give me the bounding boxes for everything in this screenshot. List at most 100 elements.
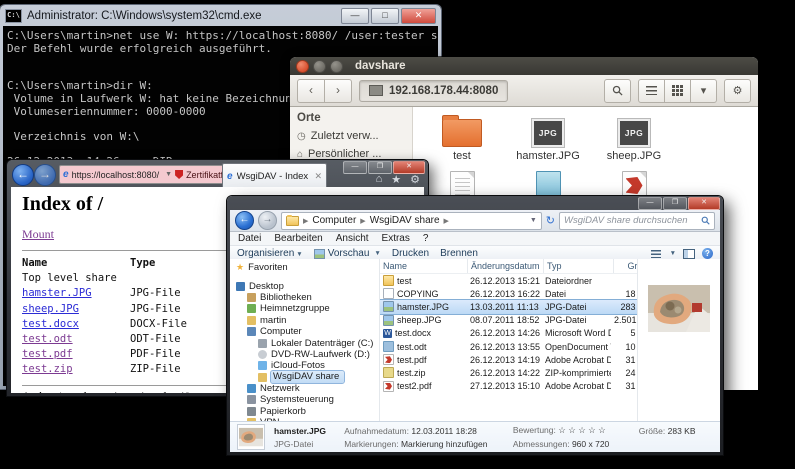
close-button[interactable]: ✕ <box>401 8 436 24</box>
menu-ansicht[interactable]: Ansicht <box>336 233 369 244</box>
mount-link[interactable]: Mount <box>22 227 54 241</box>
jpg-file-icon <box>532 119 564 147</box>
sidebar-item-papierkorb[interactable]: Papierkorb <box>236 406 379 417</box>
help-icon[interactable]: ? <box>702 248 713 259</box>
address-dropdown-icon[interactable]: ▼ <box>530 217 537 224</box>
preview-button[interactable]: Vorschau▼ <box>314 248 381 259</box>
pdf-file-icon <box>383 354 394 365</box>
explorer-titlebar[interactable]: — ❐ ✕ <box>227 196 723 210</box>
menu-bar: Datei Bearbeiten Ansicht Extras ? <box>230 232 720 246</box>
sidebar-item-computer[interactable]: Computer <box>236 326 379 337</box>
address-bar[interactable]: e https://localhost:8080/ ▼ Zertifikatfe… <box>59 165 233 184</box>
refresh-icon[interactable]: ↻ <box>546 214 555 227</box>
gear-menu-button[interactable]: ⚙ <box>724 79 751 103</box>
tab-close-icon[interactable]: ✕ <box>314 171 322 182</box>
column-header-type[interactable]: Typ <box>544 259 614 273</box>
sidebar-item-favoriten[interactable]: ★Favoriten <box>236 262 379 273</box>
view-options-button[interactable]: ▾ <box>690 79 717 103</box>
maximize-button[interactable]: ❐ <box>663 197 687 210</box>
change-view-icon[interactable] <box>651 250 661 258</box>
grid-view-button[interactable] <box>664 79 691 103</box>
minimize-button[interactable]: — <box>638 197 662 210</box>
sidebar-item-desktop[interactable]: Desktop <box>236 280 379 291</box>
sidebar-item-heimnetzgruppe[interactable]: Heimnetzgruppe <box>236 303 379 314</box>
cmd-titlebar[interactable]: Administrator: C:\Windows\system32\cmd.e… <box>0 5 441 26</box>
sidebar-item-home[interactable]: ⌂ Persönlicher ... <box>297 148 405 160</box>
back-button[interactable]: ← <box>235 211 254 230</box>
breadcrumb-computer[interactable]: Computer <box>312 215 356 226</box>
sidebar-item-bibliotheken[interactable]: Bibliotheken <box>236 292 379 303</box>
menu-help[interactable]: ? <box>423 233 429 244</box>
minimize-button[interactable]: — <box>341 8 369 24</box>
sidebar-item-netzwerk[interactable]: Netzwerk <box>236 383 379 394</box>
file-link[interactable]: sheep.JPG <box>22 303 79 315</box>
settings-gear-icon[interactable]: ⚙ <box>410 173 420 186</box>
search-dropdown-icon[interactable]: ▼ <box>165 171 172 178</box>
search-icon <box>701 216 710 225</box>
browser-tab[interactable]: e WsgiDAV - Index of / ✕ <box>222 163 327 188</box>
column-header-size[interactable]: Größe <box>614 259 637 273</box>
maximize-button[interactable]: □ <box>371 8 399 24</box>
file-link[interactable]: test.pdf <box>22 348 73 360</box>
search-button[interactable] <box>604 79 631 103</box>
forward-button[interactable]: → <box>34 164 56 186</box>
menu-datei[interactable]: Datei <box>238 233 261 244</box>
table-row[interactable]: test.docx26.12.2013 14:26Microsoft Word … <box>380 327 637 340</box>
nautilus-titlebar[interactable]: davshare <box>290 57 758 75</box>
close-button[interactable]: ✕ <box>688 197 720 210</box>
sidebar-item-recent[interactable]: ◷ Zuletzt verw... <box>297 130 405 142</box>
menu-extras[interactable]: Extras <box>382 233 410 244</box>
forward-button[interactable]: › <box>324 79 352 103</box>
add-tag-link[interactable]: Markierung hinzufügen <box>401 439 487 449</box>
table-row[interactable]: test26.12.2013 15:21Dateiordner <box>380 274 637 287</box>
table-row[interactable]: test.odt26.12.2013 13:55OpenDocument T..… <box>380 340 637 353</box>
chevron-down-icon[interactable]: ▼ <box>670 250 676 257</box>
print-button[interactable]: Drucken <box>392 248 429 259</box>
search-box[interactable]: WsgiDAV share durchsuchen <box>559 212 715 230</box>
table-row[interactable]: COPYING26.12.2013 16:22Datei18 KB <box>380 287 637 300</box>
breadcrumb[interactable]: ▶ Computer ▶ WsgiDAV share ▶ ▼ <box>281 212 542 230</box>
table-row[interactable]: test.pdf26.12.2013 14:19Adobe Acrobat D.… <box>380 353 637 366</box>
file-item-hamster[interactable]: hamster.JPG <box>505 115 591 162</box>
table-row[interactable]: test.zip26.12.2013 14:22ZIP-komprimierte… <box>380 366 637 379</box>
maximize-button[interactable] <box>330 60 343 73</box>
favorites-star-icon[interactable]: ★ <box>391 173 401 186</box>
table-row[interactable]: sheep.JPG08.07.2011 18:52JPG-Datei2.501 … <box>380 314 637 327</box>
file-link[interactable]: test.zip <box>22 363 73 375</box>
organize-button[interactable]: Organisieren▼ <box>237 248 303 259</box>
certificate-error-icon <box>175 170 183 179</box>
location-breadcrumb[interactable]: 192.168.178.44:8080 <box>359 80 508 102</box>
chevron-right-icon: ▶ <box>360 217 365 225</box>
back-button[interactable]: ← <box>12 164 34 186</box>
sidebar-item-local-disk-c[interactable]: Lokaler Datenträger (C:) <box>236 337 379 348</box>
file-link[interactable]: test.odt <box>22 333 73 345</box>
sidebar-item-martin[interactable]: martin <box>236 315 379 326</box>
sidebar-item-wsgidav-share[interactable]: WsgiDAV share <box>236 372 379 383</box>
home-icon[interactable]: ⌂ <box>376 173 383 186</box>
menu-bearbeiten[interactable]: Bearbeiten <box>274 233 322 244</box>
file-item-test[interactable]: test <box>419 115 505 162</box>
file-link[interactable]: test.docx <box>22 318 79 330</box>
sidebar-item-systemsteuerung[interactable]: Systemsteuerung <box>236 394 379 405</box>
minimize-button[interactable] <box>313 60 326 73</box>
close-button[interactable] <box>296 60 309 73</box>
file-link[interactable]: hamster.JPG <box>22 287 92 299</box>
chevron-right-icon: ▶ <box>303 217 308 225</box>
column-header-date[interactable]: Änderungsdatum <box>468 259 544 273</box>
preview-pane-icon[interactable] <box>683 249 695 259</box>
breadcrumb-wsgidav-share[interactable]: WsgiDAV share <box>370 215 440 226</box>
back-button[interactable]: ‹ <box>297 79 325 103</box>
rating-stars[interactable]: ☆ ☆ ☆ ☆ ☆ <box>558 425 606 435</box>
forward-button[interactable]: → <box>258 211 277 230</box>
minimize-button[interactable]: — <box>343 161 367 174</box>
sidebar-item-dvd-drive-d[interactable]: DVD-RW-Laufwerk (D:) <box>236 349 379 360</box>
column-header-name[interactable]: Name <box>380 259 468 273</box>
column-type: Type <box>130 256 218 271</box>
burn-button[interactable]: Brennen <box>440 248 478 259</box>
table-row-selected[interactable]: hamster.JPG13.03.2011 11:13JPG-Datei283 … <box>380 300 637 313</box>
table-row[interactable]: test2.pdf27.12.2013 15:10Adobe Acrobat D… <box>380 380 637 393</box>
list-view-button[interactable] <box>638 79 665 103</box>
file-item-sheep[interactable]: sheep.JPG <box>591 115 677 162</box>
sidebar-item-icloud-fotos[interactable]: iCloud-Fotos <box>236 360 379 371</box>
hard-drive-icon <box>258 339 267 348</box>
